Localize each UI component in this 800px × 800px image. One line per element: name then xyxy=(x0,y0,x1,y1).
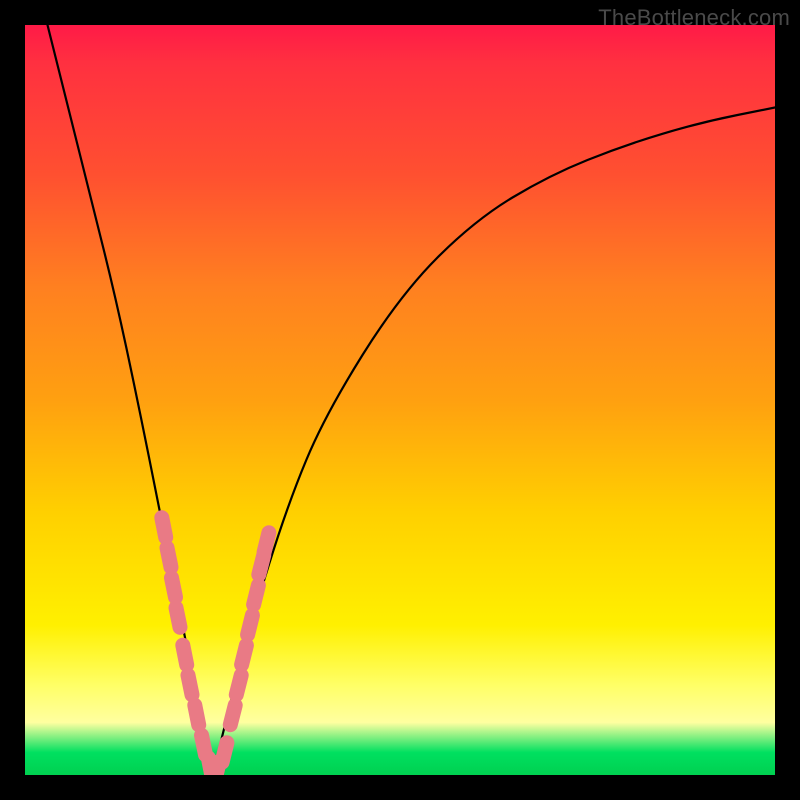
marker-point xyxy=(162,518,166,538)
marker-point xyxy=(264,533,269,552)
curve-right-branch xyxy=(213,108,776,776)
marker-point xyxy=(248,615,253,634)
marker-point xyxy=(183,645,187,665)
marker-point xyxy=(167,548,171,568)
marker-point xyxy=(254,585,259,604)
plot-area xyxy=(25,25,775,775)
marker-point xyxy=(195,705,199,725)
marker-point xyxy=(176,608,180,628)
marker-point xyxy=(230,705,235,724)
marker-point xyxy=(172,578,176,598)
marker-point xyxy=(222,743,227,762)
bottleneck-curve-chart xyxy=(25,25,775,775)
marker-point xyxy=(236,675,241,694)
marker-point xyxy=(188,675,192,695)
watermark-text: TheBottleneck.com xyxy=(598,5,790,31)
marker-point xyxy=(242,645,247,664)
